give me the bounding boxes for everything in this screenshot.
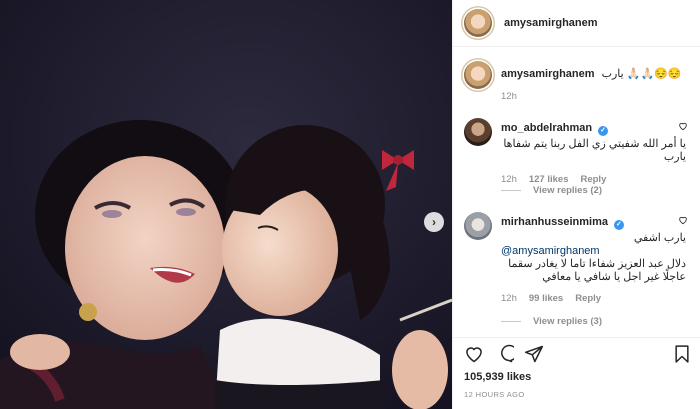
view-replies-label: View replies (2) bbox=[533, 185, 602, 196]
verified-badge-icon: ✓ bbox=[613, 220, 624, 230]
post-timestamp[interactable]: 12 HOURS AGO bbox=[464, 390, 525, 399]
post-side-panel: amysamirghanem amysamirghanem يارب 🙏🏻🙏🏻😔… bbox=[452, 0, 700, 409]
action-icons bbox=[464, 344, 692, 366]
comment-username[interactable]: mirhanhusseinmima bbox=[501, 216, 608, 228]
caption: amysamirghanem يارب 🙏🏻🙏🏻😔😔 12h bbox=[464, 61, 694, 109]
verified-badge-icon: ✓ bbox=[598, 126, 609, 136]
caption-meta: 12h bbox=[501, 90, 686, 103]
instagram-post: › amysamirghanem amysamirghanem يارب 🙏🏻🙏… bbox=[0, 0, 700, 409]
caption-body: amysamirghanem يارب 🙏🏻🙏🏻😔😔 12h bbox=[501, 68, 686, 103]
post-photo[interactable]: › bbox=[0, 0, 452, 409]
comment-text-rest: دلال عبد العزيز شفاءا تاما لا يغادر سقما… bbox=[508, 258, 686, 283]
post-header: amysamirghanem bbox=[453, 0, 700, 47]
heart-icon[interactable] bbox=[464, 344, 484, 364]
view-replies-label: View replies (3) bbox=[533, 316, 602, 327]
divider-line bbox=[501, 190, 521, 191]
comment-body: mirhanhusseinmima ✓ يارب اشفي @amysamirgh… bbox=[501, 216, 686, 305]
comment-mention[interactable]: @amysamirghanem bbox=[501, 245, 686, 258]
caption-age: 12h bbox=[501, 91, 517, 102]
caption-text: يارب 🙏🏻🙏🏻😔😔 bbox=[601, 68, 682, 80]
comment-icon[interactable] bbox=[494, 344, 514, 364]
view-replies-button[interactable]: View replies (3) bbox=[501, 316, 602, 327]
chevron-right-icon: › bbox=[432, 215, 436, 229]
comment-text: يا أمر الله شفيتي زي الفل ربنا يتم شفاها… bbox=[503, 138, 686, 163]
commenter-avatar[interactable] bbox=[464, 212, 492, 240]
reply-button[interactable]: Reply bbox=[575, 292, 601, 305]
comment-text-line1: يارب اشفي bbox=[633, 232, 686, 244]
share-icon[interactable] bbox=[524, 344, 544, 364]
author-username[interactable]: amysamirghanem bbox=[504, 17, 598, 29]
view-replies-button[interactable]: View replies (2) bbox=[501, 185, 602, 196]
comment-age: 12h bbox=[501, 293, 517, 304]
photo-illustration bbox=[0, 0, 452, 409]
comment-meta: 12h 99 likes Reply bbox=[501, 292, 686, 305]
divider-line bbox=[501, 321, 521, 322]
heart-icon[interactable] bbox=[678, 215, 688, 225]
caption-username[interactable]: amysamirghanem bbox=[501, 68, 595, 80]
heart-icon[interactable] bbox=[678, 121, 688, 131]
comment-2: mirhanhusseinmima ✓ يارب اشفي @amysamirgh… bbox=[464, 212, 694, 322]
author-avatar[interactable] bbox=[464, 9, 492, 37]
comment-likes[interactable]: 99 likes bbox=[529, 292, 563, 305]
commenter-avatar[interactable] bbox=[464, 118, 492, 146]
like-count[interactable]: 105,939 likes bbox=[464, 371, 531, 383]
post-actions: 105,939 likes 12 HOURS AGO bbox=[453, 337, 700, 399]
caption-avatar[interactable] bbox=[464, 61, 492, 89]
bookmark-icon[interactable] bbox=[672, 344, 692, 364]
comment-body: mo_abdelrahman ✓ يا أمر الله شفيتي زي الف… bbox=[501, 122, 686, 186]
comment-username[interactable]: mo_abdelrahman bbox=[501, 122, 592, 134]
comments-list[interactable]: amysamirghanem يارب 🙏🏻🙏🏻😔😔 12h mo_abdelr… bbox=[453, 48, 700, 336]
next-photo-button[interactable]: › bbox=[424, 212, 444, 232]
